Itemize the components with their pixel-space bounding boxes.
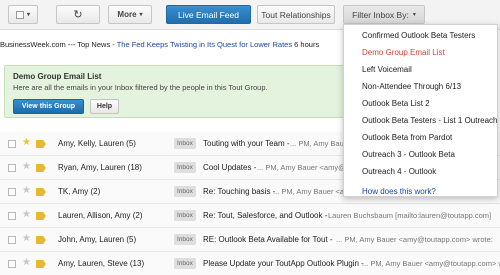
more-label: More bbox=[117, 10, 137, 19]
inbox-label: Inbox bbox=[174, 210, 196, 221]
banner-title: Demo Group Email List bbox=[13, 72, 102, 81]
email-participants: TK, Amy (2) bbox=[58, 187, 101, 196]
filter-menu-item[interactable]: Outlook Beta List 2 bbox=[362, 99, 430, 108]
email-subject: Touting with your Team - bbox=[203, 139, 290, 148]
filter-inbox-label: Filter Inbox By: bbox=[352, 9, 409, 20]
filter-dropdown-menu: Confirmed Outlook Beta Testers Demo Group… bbox=[343, 24, 498, 197]
filter-menu-item[interactable]: Demo Group Email List bbox=[362, 48, 445, 57]
email-subject: Re: Tout, Salesforce, and Outlook - bbox=[203, 211, 328, 220]
tag-icon bbox=[36, 140, 46, 148]
email-subject: Cool Updates - bbox=[203, 163, 257, 172]
filter-menu-item[interactable]: Left Voicemail bbox=[362, 65, 412, 74]
tout-relationships-label: Tout Relationships bbox=[261, 9, 331, 20]
chevron-down-icon: ▾ bbox=[26, 12, 30, 18]
news-source: BusinessWeek.com bbox=[0, 40, 66, 49]
inbox-label: Inbox bbox=[174, 138, 196, 149]
live-email-feed-label: Live Email Feed bbox=[178, 9, 239, 20]
star-icon[interactable]: ★ bbox=[22, 257, 31, 269]
star-icon[interactable]: ★ bbox=[22, 137, 31, 149]
tout-relationships-button[interactable]: Tout Relationships bbox=[257, 5, 335, 24]
row-checkbox[interactable] bbox=[8, 260, 16, 268]
inbox-label: Inbox bbox=[174, 162, 196, 173]
help-button[interactable]: Help bbox=[90, 99, 119, 114]
star-icon[interactable]: ★ bbox=[22, 161, 31, 173]
inbox-label: Inbox bbox=[174, 186, 196, 197]
how-does-this-work-link[interactable]: How does this work? bbox=[362, 187, 436, 196]
email-participants: Lauren, Allison, Amy (2) bbox=[58, 211, 143, 220]
tag-icon bbox=[36, 260, 46, 268]
group-banner: Demo Group Email List Here are all the e… bbox=[4, 65, 349, 118]
row-checkbox[interactable] bbox=[8, 212, 16, 220]
tag-icon bbox=[36, 212, 46, 220]
refresh-icon: ↻ bbox=[73, 9, 83, 21]
checkbox-icon bbox=[15, 10, 24, 19]
filter-menu-item[interactable]: Outreach 3 - Outlook Beta bbox=[362, 150, 455, 159]
email-participants: Amy, Lauren, Steve (13) bbox=[58, 259, 145, 268]
chevron-down-icon: ▾ bbox=[139, 12, 143, 18]
chevron-down-icon: ▾ bbox=[412, 12, 416, 18]
refresh-button[interactable]: ↻ bbox=[56, 5, 100, 24]
view-group-button[interactable]: View this Group bbox=[13, 99, 84, 114]
row-checkbox[interactable] bbox=[8, 188, 16, 196]
email-participants: John, Amy, Lauren (5) bbox=[58, 235, 137, 244]
tag-icon bbox=[36, 236, 46, 244]
filter-menu-item[interactable]: Confirmed Outlook Beta Testers bbox=[362, 31, 475, 40]
news-separator: --- Top News - bbox=[65, 40, 117, 49]
inbox-label: Inbox bbox=[174, 234, 196, 245]
select-all-button[interactable]: ▾ bbox=[8, 5, 38, 24]
row-checkbox[interactable] bbox=[8, 164, 16, 172]
filter-menu-item[interactable]: Outreach 4 - Outlook bbox=[362, 167, 436, 176]
email-snippet: ... PM, Amy Bauer <amy@toutapp.com> wrot… bbox=[362, 259, 500, 268]
filter-inbox-button[interactable]: Filter Inbox By: ▾ bbox=[343, 5, 425, 24]
star-icon[interactable]: ★ bbox=[22, 233, 31, 245]
news-headline-link[interactable]: The Fed Keeps Twisting in Its Quest for … bbox=[117, 40, 292, 49]
email-row[interactable]: ★ Lauren, Allison, Amy (2) Inbox Re: Tout, … bbox=[0, 204, 500, 228]
email-row[interactable]: ★ Amy, Lauren, Steve (13) Inbox Please Upda… bbox=[0, 252, 500, 275]
filter-menu-item[interactable]: Outlook Beta from Pardot bbox=[362, 133, 452, 142]
email-snippet: ... PM, Amy Bauer <amy@toutapp.com> wrot… bbox=[336, 235, 493, 244]
email-participants: Amy, Kelly, Lauren (5) bbox=[58, 139, 136, 148]
email-participants: Ryan, Amy, Lauren (18) bbox=[58, 163, 142, 172]
email-snippet: Lauren Buchsbaum [mailto:lauren@toutapp.… bbox=[328, 211, 492, 220]
email-row[interactable]: ★ John, Amy, Lauren (5) Inbox RE: Outlook B… bbox=[0, 228, 500, 252]
filter-menu-item[interactable]: Outlook Beta Testers - List 1 Outreach bbox=[362, 116, 497, 125]
inbox-label: Inbox bbox=[174, 258, 196, 269]
email-subject: RE: Outlook Beta Available for Tout - bbox=[203, 235, 333, 244]
live-email-feed-button[interactable]: Live Email Feed bbox=[166, 5, 251, 24]
filter-menu-item[interactable]: Non-Attendee Through 6/13 bbox=[362, 82, 461, 91]
banner-description: Here are all the emails in your Inbox fi… bbox=[13, 83, 268, 92]
row-checkbox[interactable] bbox=[8, 140, 16, 148]
star-icon[interactable]: ★ bbox=[22, 185, 31, 197]
email-subject: Re: Touching basis - bbox=[203, 187, 276, 196]
tag-icon bbox=[36, 188, 46, 196]
news-time: 6 hours bbox=[292, 40, 320, 49]
more-button[interactable]: More ▾ bbox=[108, 5, 152, 24]
tag-icon bbox=[36, 164, 46, 172]
email-subject: Please Update your ToutApp Outlook Plugi… bbox=[203, 259, 364, 268]
row-checkbox[interactable] bbox=[8, 236, 16, 244]
news-ticker: BusinessWeek.com --- Top News - The Fed … bbox=[0, 40, 345, 54]
star-icon[interactable]: ★ bbox=[22, 209, 31, 221]
